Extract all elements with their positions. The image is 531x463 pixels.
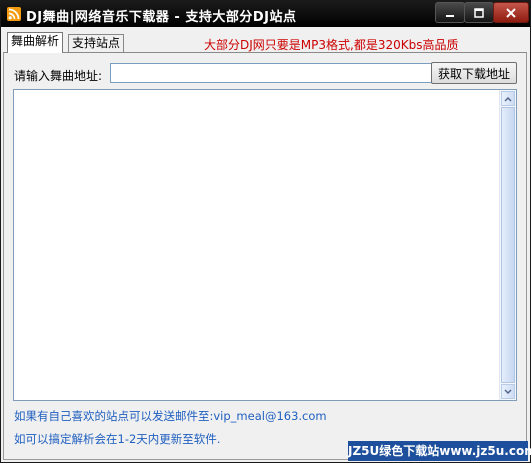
- result-textarea[interactable]: [13, 89, 517, 401]
- window-title: DJ舞曲|网络音乐下载器 - 支持大部分DJ站点: [26, 10, 297, 25]
- footer-update-note: 如可以搞定解析会在1-2天内更新至软件.: [14, 432, 221, 446]
- tab-strip: 舞曲解析 支持站点 大部分DJ网只要是MP3格式,都是320Kbs高品质: [1, 27, 530, 53]
- title-bar[interactable]: DJ舞曲|网络音乐下载器 - 支持大部分DJ站点: [1, 1, 530, 27]
- scroll-thumb[interactable]: [501, 107, 515, 383]
- tab-parse[interactable]: 舞曲解析: [7, 32, 64, 53]
- url-input[interactable]: [110, 63, 432, 83]
- footer-email-note: 如果有自己喜欢的站点可以发送邮件至:vip_meal@163.com: [14, 409, 327, 423]
- site-watermark: JZ5U绿色下载站www.jz5u.com: [348, 441, 531, 461]
- scroll-down-button[interactable]: [501, 384, 515, 399]
- maximize-icon: [474, 7, 484, 18]
- chevron-up-icon: [504, 96, 512, 101]
- fetch-download-button[interactable]: 获取下载地址: [431, 62, 517, 84]
- vertical-scrollbar[interactable]: [499, 90, 516, 400]
- minimize-icon: [446, 14, 454, 17]
- minimize-button[interactable]: [435, 2, 465, 23]
- scroll-up-button[interactable]: [501, 91, 515, 106]
- parse-panel: 请输入舞曲地址: 获取下载地址 如果有自己喜欢的站点可以发送邮件至:vip_me…: [3, 52, 527, 460]
- url-label: 请输入舞曲地址:: [14, 69, 103, 83]
- chevron-down-icon: [504, 389, 512, 394]
- maximize-button[interactable]: [464, 2, 494, 23]
- close-icon: [506, 7, 516, 18]
- close-button[interactable]: [493, 2, 529, 23]
- app-window: DJ舞曲|网络音乐下载器 - 支持大部分DJ站点 舞曲解析 支持站点 大部分DJ…: [0, 0, 531, 463]
- tab-supported-sites[interactable]: 支持站点: [68, 34, 125, 52]
- rss-icon: [7, 7, 21, 21]
- notice-text: 大部分DJ网只要是MP3格式,都是320Kbs高品质: [204, 38, 459, 52]
